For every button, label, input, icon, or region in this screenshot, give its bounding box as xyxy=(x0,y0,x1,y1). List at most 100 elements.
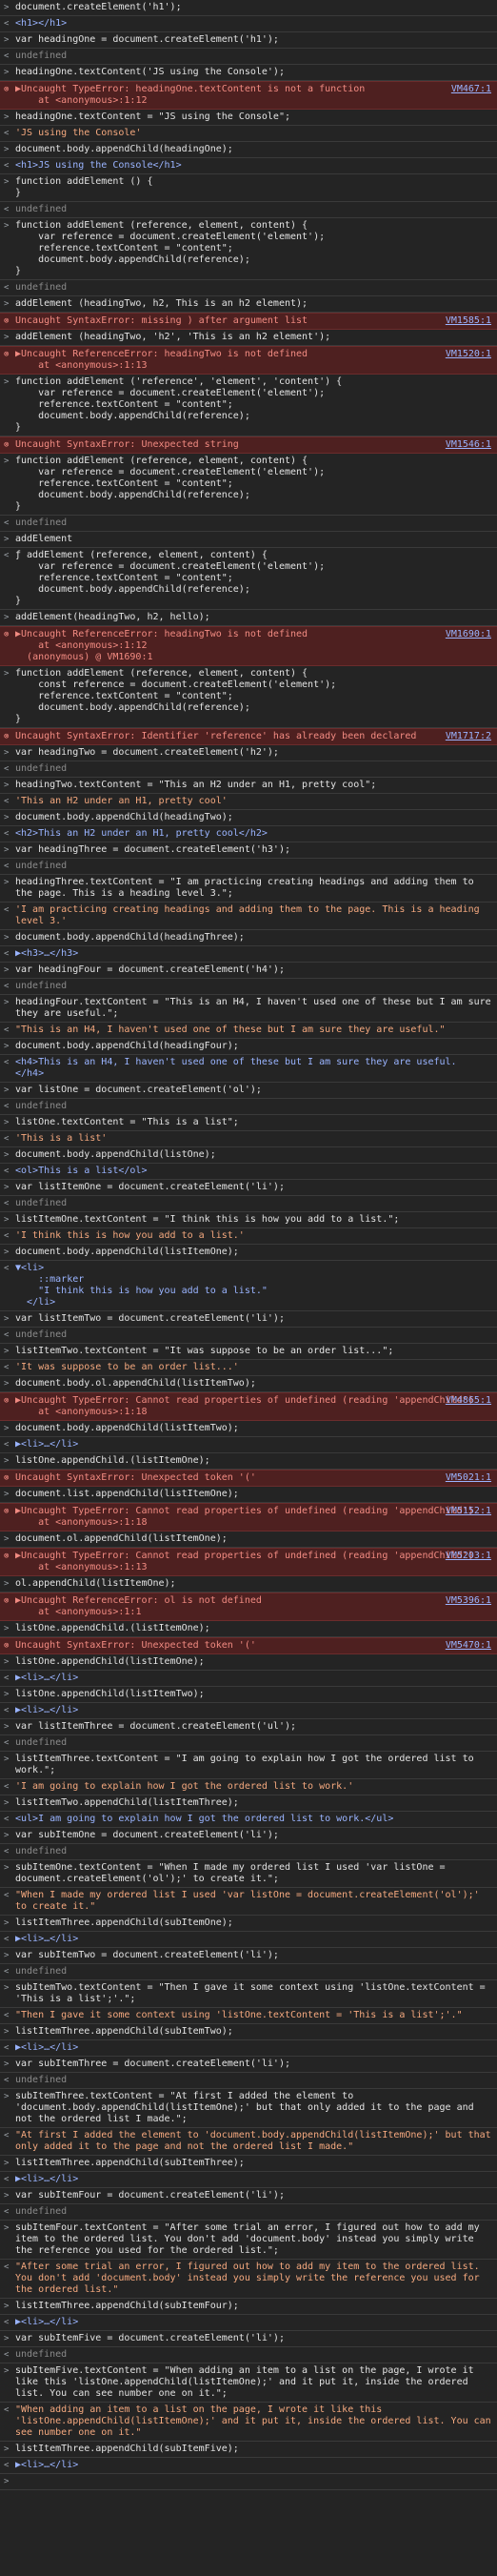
console-line-text: undefined xyxy=(15,1101,68,1111)
output-return-icon: < xyxy=(4,1782,10,1792)
console-error-line: ⊗ ▶Uncaught TypeError: Cannot read proper… xyxy=(0,1503,497,1531)
source-link[interactable]: VM5152:1 xyxy=(446,1506,491,1517)
console-error-line: ⊗ ▶Uncaught ReferenceError: headingTwo is… xyxy=(0,346,497,375)
console-line-text: var subItemTwo = document.createElement(… xyxy=(15,1950,279,1960)
output-return-icon: < xyxy=(4,1102,10,1111)
console-line-text: listOne.appendChild(listItemTwo); xyxy=(15,1689,205,1699)
source-link[interactable]: VM5396:1 xyxy=(446,1595,491,1607)
error-icon: ⊗ xyxy=(4,732,10,741)
input-prompt-icon: > xyxy=(4,2223,10,2233)
console-line-text: addElement (headingTwo, 'h2', 'This is a… xyxy=(15,332,331,342)
input-prompt-icon: > xyxy=(4,1118,10,1127)
console-line-text: ▶Uncaught TypeError: Cannot read propert… xyxy=(15,1395,474,1417)
console-line-text: subItemOne.textContent = "When I made my… xyxy=(15,1862,451,1884)
source-link[interactable]: VM467:1 xyxy=(451,84,491,95)
console-line-text: ▶Uncaught TypeError: Cannot read propert… xyxy=(15,1551,474,1572)
console-input-line: > addElement(headingTwo, h2, hello); xyxy=(0,610,497,626)
output-return-icon: < xyxy=(4,1891,10,1900)
source-link[interactable]: VM4865:1 xyxy=(446,1395,491,1407)
console-output-line: < <ul>I am going to explain how I got the… xyxy=(0,1812,497,1828)
output-return-icon: < xyxy=(4,518,10,528)
error-icon: ⊗ xyxy=(4,316,10,326)
console-line-text: ▶<li>…</li> xyxy=(15,2174,79,2184)
console-line-text: undefined xyxy=(15,861,68,871)
console-line-text: headingThree.textContent = "I am practic… xyxy=(15,877,480,899)
console-line-text: undefined xyxy=(15,1966,68,1977)
console-output-line: < 'It was suppose to be an order list...' xyxy=(0,1360,497,1376)
input-prompt-icon: > xyxy=(4,3,10,12)
console-input-line: > var headingThree = document.createEleme… xyxy=(0,842,497,859)
console-line-text: addElement (headingTwo, h2, This is an h… xyxy=(15,298,308,309)
source-link[interactable]: VM1690:1 xyxy=(446,629,491,640)
console-line-text: listOne.appendChild(listItemOne); xyxy=(15,1656,205,1667)
console-line-text: headingFour.textContent = "This is an H4… xyxy=(15,997,497,1019)
source-link[interactable]: VM5203:1 xyxy=(446,1551,491,1562)
source-link[interactable]: VM5021:1 xyxy=(446,1472,491,1484)
input-prompt-icon: > xyxy=(4,2027,10,2037)
source-link[interactable]: VM1717:2 xyxy=(446,731,491,742)
console-output-line: < 'I think this is how you add to a list.… xyxy=(0,1228,497,1245)
console-line-text: headingTwo.textContent = "This an H2 und… xyxy=(15,780,377,790)
console-output-line: < undefined xyxy=(0,1964,497,1980)
console-input-line: > var listItemThree = document.createElem… xyxy=(0,1719,497,1735)
console-line-text: ▶Uncaught ReferenceError: headingTwo is … xyxy=(15,629,308,662)
console-line-text: "At first I added the element to 'docume… xyxy=(15,2130,497,2152)
input-prompt-icon: > xyxy=(4,1798,10,1808)
source-link[interactable]: VM5470:1 xyxy=(446,1640,491,1652)
output-return-icon: < xyxy=(4,949,10,959)
console-line-text: var subItemOne = document.createElement(… xyxy=(15,1830,279,1840)
output-return-icon: < xyxy=(4,1330,10,1340)
console-error-line: ⊗ Uncaught SyntaxError: Identifier 'refer… xyxy=(0,728,497,745)
console-input-line: > var subItemFive = document.createElemen… xyxy=(0,2331,497,2347)
console-line-text: listItemTwo.textContent = "It was suppos… xyxy=(15,1346,394,1356)
source-link[interactable]: VM1520:1 xyxy=(446,349,491,360)
console-input-line: > listOne.appendChild.(listItemOne); xyxy=(0,1453,497,1470)
output-return-icon: < xyxy=(4,1847,10,1856)
console-error-line: ⊗ ▶Uncaught ReferenceError: headingTwo is… xyxy=(0,626,497,666)
console-line-text: ▶<li>…</li> xyxy=(15,2460,79,2470)
console-output-line: < <ol>This is a list</ol> xyxy=(0,1164,497,1180)
console-input-line: > document.body.appendChild(headingThree)… xyxy=(0,930,497,946)
input-prompt-icon: > xyxy=(4,1314,10,1324)
output-return-icon: < xyxy=(4,1199,10,1208)
input-prompt-icon: > xyxy=(4,965,10,975)
console-line-text: undefined xyxy=(15,1737,68,1748)
source-link[interactable]: VM1546:1 xyxy=(446,439,491,451)
console-output-line: < undefined xyxy=(0,202,497,218)
console-error-line: ⊗ Uncaught SyntaxError: missing ) after a… xyxy=(0,313,497,330)
console-input-line: > document.body.appendChild(listOne); xyxy=(0,1147,497,1164)
input-prompt-icon: > xyxy=(4,377,10,387)
input-prompt-icon: > xyxy=(4,878,10,887)
console-input-line: > listItemThree.appendChild(subItemThree)… xyxy=(0,2156,497,2172)
console-line-text: subItemTwo.textContent = "Then I gave it… xyxy=(15,1982,491,2004)
console-input-line: > var subItemTwo = document.createElement… xyxy=(0,1948,497,1964)
output-return-icon: < xyxy=(4,982,10,991)
console-line-text: Uncaught SyntaxError: Identifier 'refere… xyxy=(15,731,417,741)
console-input-line: > listItemOne.textContent = "I think this… xyxy=(0,1212,497,1228)
input-prompt-icon: > xyxy=(4,1534,10,1544)
console-output-line: < ▶<li>…</li> xyxy=(0,1932,497,1948)
console-output-line: < ▼<li> ::marker "I think this is how you… xyxy=(0,1261,497,1311)
input-prompt-icon: > xyxy=(4,1183,10,1192)
console-line-text: ▶<li>…</li> xyxy=(15,1439,79,1450)
output-return-icon: < xyxy=(4,551,10,560)
console-output-line: < undefined xyxy=(0,2073,497,2089)
console-line-text: function addElement (reference, element,… xyxy=(15,456,326,512)
console-error-line: ⊗ Uncaught SyntaxError: Unexpected token … xyxy=(0,1470,497,1487)
input-prompt-icon: > xyxy=(4,333,10,342)
input-prompt-icon: > xyxy=(4,221,10,231)
input-prompt-icon: > xyxy=(4,2444,10,2454)
input-prompt-icon: > xyxy=(4,35,10,45)
console-line-text: headingOne.textContent('JS using the Con… xyxy=(15,67,285,77)
source-link[interactable]: VM1585:1 xyxy=(446,315,491,327)
console-line-text: function addElement (reference, element,… xyxy=(15,220,326,276)
console-line-text: function addElement (reference, element,… xyxy=(15,668,337,724)
console-output-line: < 'This is a list' xyxy=(0,1131,497,1147)
console-line-text: 'This an H2 under an H1, pretty cool' xyxy=(15,796,228,806)
console-line-text: undefined xyxy=(15,1329,68,1340)
console-prompt[interactable]: > xyxy=(0,2474,497,2490)
console-line-text: ▶<li>…</li> xyxy=(15,2317,79,2327)
input-prompt-icon: > xyxy=(4,1755,10,1764)
console-input-line: > function addElement ('reference', 'elem… xyxy=(0,375,497,436)
error-icon: ⊗ xyxy=(4,630,10,639)
